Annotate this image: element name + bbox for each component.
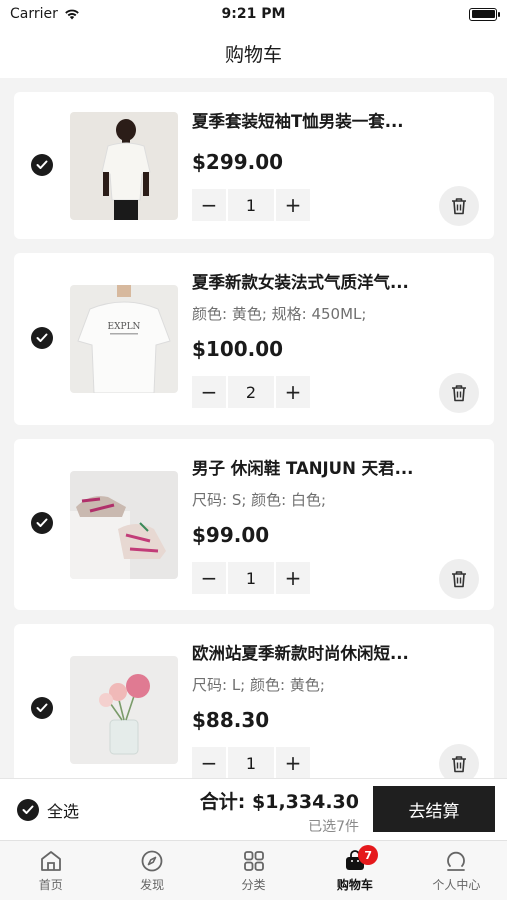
product-image[interactable]	[70, 656, 178, 764]
battery-icon	[469, 7, 500, 21]
delete-button[interactable]	[439, 186, 479, 226]
selected-count: 已选7件	[308, 819, 359, 835]
profile-icon	[447, 851, 466, 871]
status-left: Carrier	[10, 6, 80, 22]
trash-icon	[452, 198, 466, 215]
quantity-stepper: − 1 +	[192, 189, 310, 221]
quantity-stepper: − 1 +	[192, 562, 310, 594]
tab-home[interactable]: 首页	[0, 841, 101, 900]
product-price: $88.30	[192, 708, 270, 732]
home-icon	[40, 850, 61, 871]
quantity-stepper: − 1 +	[192, 747, 310, 778]
quantity-value[interactable]: 2	[228, 376, 274, 408]
product-image[interactable]	[70, 471, 178, 579]
product-image[interactable]	[70, 112, 178, 220]
decrease-button[interactable]: −	[192, 189, 226, 221]
cart-item: 夏季套装短袖T恤男装一套... $299.00 − 1 +	[14, 92, 494, 239]
product-tshirt-white-image: EXPLN	[70, 285, 178, 393]
quantity-value[interactable]: 1	[228, 562, 274, 594]
cart-item: EXPLN 夏季新款女装法式气质洋气... 颜色: 黄色; 规格: 450ML;…	[14, 253, 494, 425]
compass-icon	[141, 850, 163, 871]
product-title[interactable]: 夏季新款女装法式气质洋气...	[192, 269, 452, 293]
trash-icon	[452, 385, 466, 402]
cart-item: 欧洲站夏季新款时尚休闲短... 尺码: L; 颜色: 黄色; $88.30 − …	[14, 624, 494, 778]
select-all-toggle[interactable]: 全选	[17, 798, 79, 822]
product-title[interactable]: 男子 休闲鞋 TANJUN 天君...	[192, 455, 452, 479]
tab-label: 首页	[38, 877, 63, 892]
decrease-button[interactable]: −	[192, 747, 226, 778]
quantity-value[interactable]: 1	[228, 189, 274, 221]
product-image[interactable]: EXPLN	[70, 285, 178, 393]
increase-button[interactable]: +	[276, 189, 310, 221]
tab-discover[interactable]: 发现	[101, 841, 202, 900]
delete-button[interactable]	[439, 744, 479, 778]
product-sneaker-image	[70, 471, 178, 579]
cart-count-badge: 7	[358, 845, 379, 865]
carrier-label: Carrier	[10, 6, 58, 22]
tab-label: 购物车	[336, 877, 373, 892]
checkmark-icon	[22, 805, 34, 814]
decrease-button[interactable]: −	[192, 376, 226, 408]
page-title: 购物车	[224, 43, 282, 66]
wifi-icon	[65, 9, 79, 20]
product-flowers-image	[70, 656, 178, 764]
svg-text:EXPLN: EXPLN	[108, 322, 141, 332]
product-price: $99.00	[192, 523, 270, 547]
checkmark-icon	[36, 333, 48, 342]
item-checkbox[interactable]	[31, 697, 53, 719]
product-title[interactable]: 欧洲站夏季新款时尚休闲短...	[192, 640, 452, 664]
increase-button[interactable]: +	[276, 562, 310, 594]
total-amount: 合计: $1,334.30	[199, 791, 359, 813]
product-spec: 尺码: S; 颜色: 白色;	[192, 491, 327, 509]
trash-icon	[452, 756, 466, 773]
cart-list[interactable]: 夏季套装短袖T恤男装一套... $299.00 − 1 + EXPLN 夏季新款…	[0, 78, 507, 778]
checkout-bar: 全选 合计: $1,334.30 已选7件 去结算	[0, 778, 507, 840]
increase-button[interactable]: +	[276, 376, 310, 408]
tab-bar: 首页 发现 分类 购物车 7 个人中心	[0, 840, 507, 900]
decrease-button[interactable]: −	[192, 562, 226, 594]
item-checkbox[interactable]	[31, 327, 53, 349]
quantity-value[interactable]: 1	[228, 747, 274, 778]
cart-item: 男子 休闲鞋 TANJUN 天君... 尺码: S; 颜色: 白色; $99.0…	[14, 439, 494, 610]
tab-label: 个人中心	[432, 877, 481, 892]
tab-category[interactable]: 分类	[203, 841, 304, 900]
tab-profile[interactable]: 个人中心	[406, 841, 507, 900]
trash-icon	[452, 571, 466, 588]
checkmark-icon	[36, 518, 48, 527]
nav-bar: 购物车	[0, 28, 507, 78]
delete-button[interactable]	[439, 559, 479, 599]
product-spec: 尺码: L; 颜色: 黄色;	[192, 676, 325, 694]
increase-button[interactable]: +	[276, 747, 310, 778]
checkmark-icon	[36, 160, 48, 169]
product-price: $299.00	[192, 150, 284, 174]
item-checkbox[interactable]	[31, 154, 53, 176]
item-checkbox[interactable]	[31, 512, 53, 534]
product-tshirt-man-image	[70, 112, 178, 220]
checkmark-icon	[36, 703, 48, 712]
grid-icon	[243, 850, 264, 871]
product-price: $100.00	[192, 337, 284, 361]
checkout-button[interactable]: 去结算	[373, 786, 495, 832]
select-all-label: 全选	[47, 802, 80, 821]
tab-label: 发现	[140, 877, 165, 892]
quantity-stepper: − 2 +	[192, 376, 310, 408]
product-title[interactable]: 夏季套装短袖T恤男装一套...	[192, 108, 452, 132]
tab-label: 分类	[241, 877, 266, 892]
status-bar: Carrier 9:21 PM	[0, 0, 507, 28]
product-spec: 颜色: 黄色; 规格: 450ML;	[192, 305, 367, 323]
delete-button[interactable]	[439, 373, 479, 413]
tab-cart[interactable]: 购物车 7	[304, 841, 405, 900]
select-all-checkbox[interactable]	[17, 799, 39, 821]
